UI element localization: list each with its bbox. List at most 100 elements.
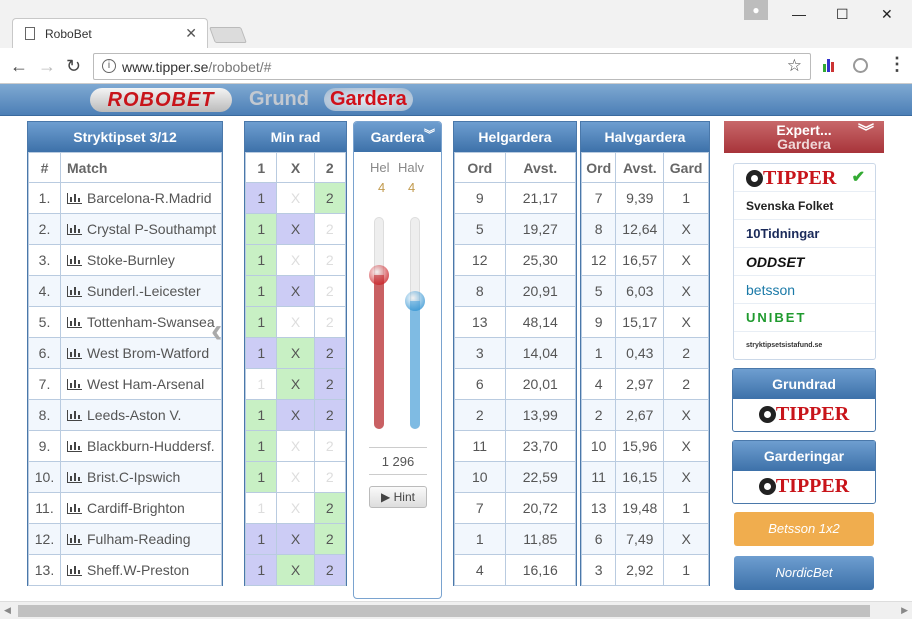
pick-x[interactable]: X	[276, 399, 315, 431]
match-name[interactable]: Sunderl.-Leicester	[60, 275, 222, 307]
menu-icon[interactable]: ⋮	[888, 54, 906, 75]
stats-icon[interactable]	[67, 193, 82, 204]
address-bar[interactable]: i www.tipper.se/robobet/# ☆	[93, 53, 811, 80]
pick-2[interactable]: 2	[313, 554, 346, 586]
source-oddset[interactable]: ODDSET	[734, 248, 875, 276]
source-betsson[interactable]: betsson	[734, 276, 875, 304]
stats-icon[interactable]	[67, 379, 82, 390]
match-name[interactable]: Crystal P-Southampt	[60, 213, 222, 245]
stats-icon[interactable]	[67, 565, 82, 576]
reload-icon[interactable]: ↻	[66, 56, 81, 77]
source-svenska-folket[interactable]: Svenska Folket	[734, 192, 875, 220]
stats-icon[interactable]	[67, 441, 82, 452]
match-name[interactable]: West Ham-Arsenal	[60, 368, 222, 400]
hel-slider[interactable]	[374, 217, 384, 429]
nav-grund[interactable]: Grund	[249, 88, 309, 111]
source-10tidningar[interactable]: 10Tidningar	[734, 220, 875, 248]
pick-2[interactable]: 2	[313, 306, 346, 338]
robobet-logo[interactable]: ROBOBET	[90, 88, 232, 112]
pick-2[interactable]: 2	[313, 523, 346, 555]
pick-x[interactable]: X	[276, 337, 315, 369]
pick-x[interactable]: X	[276, 275, 315, 307]
horizontal-scrollbar[interactable]: ◀ ▶	[0, 601, 912, 619]
pick-1[interactable]: 1	[244, 306, 278, 338]
betsson-1x2-button[interactable]: Betsson 1x2	[734, 512, 874, 546]
source-unibet[interactable]: UNIBET	[734, 304, 875, 332]
pick-x[interactable]: X	[276, 554, 315, 586]
scrollbar-thumb[interactable]	[18, 605, 870, 617]
nav-gardera[interactable]: Gardera	[324, 88, 413, 111]
stats-icon[interactable]	[67, 503, 82, 514]
chevron-left-icon[interactable]: ‹	[211, 312, 222, 351]
pick-x[interactable]: X	[276, 461, 315, 493]
match-name[interactable]: Stoke-Burnley	[60, 244, 222, 276]
stats-icon[interactable]	[67, 286, 82, 297]
pick-x[interactable]: X	[276, 492, 315, 524]
pick-2[interactable]: 2	[313, 368, 346, 400]
scroll-right-icon[interactable]: ▶	[901, 605, 908, 616]
pick-2[interactable]: 2	[313, 182, 346, 214]
stats-icon[interactable]	[67, 317, 82, 328]
stats-icon[interactable]	[67, 534, 82, 545]
match-name[interactable]: Fulham-Reading	[60, 523, 222, 555]
halv-slider[interactable]	[410, 217, 420, 429]
pick-1[interactable]: 1	[244, 399, 278, 431]
pick-2[interactable]: 2	[313, 213, 346, 245]
extension-icon[interactable]	[853, 58, 868, 73]
match-name[interactable]: Brist.C-Ipswich	[60, 461, 222, 493]
match-name[interactable]: Cardiff-Brighton	[60, 492, 222, 524]
pick-2[interactable]: 2	[313, 244, 346, 276]
pick-2[interactable]: 2	[313, 337, 346, 369]
pick-2[interactable]: 2	[313, 399, 346, 431]
chevron-down-icon[interactable]: ︾	[424, 120, 435, 150]
pick-1[interactable]: 1	[244, 368, 278, 400]
pick-1[interactable]: 1	[244, 492, 278, 524]
browser-tab[interactable]: RoboBet ✕	[12, 18, 208, 48]
pick-1[interactable]: 1	[244, 244, 278, 276]
stats-icon[interactable]	[67, 224, 82, 235]
minimize-icon[interactable]: —	[792, 6, 806, 22]
source-stryktipsetsistafund[interactable]: stryktipsetsistafund.se	[734, 332, 875, 360]
stats-icon[interactable]	[67, 255, 82, 266]
match-name[interactable]: Tottenham-Swansea	[60, 306, 222, 338]
pick-1[interactable]: 1	[244, 182, 278, 214]
pick-2[interactable]: 2	[313, 275, 346, 307]
pick-x[interactable]: X	[276, 368, 315, 400]
forward-icon[interactable]: →	[38, 56, 56, 77]
maximize-icon[interactable]: ☐	[836, 6, 849, 23]
pick-1[interactable]: 1	[244, 337, 278, 369]
pick-2[interactable]: 2	[313, 461, 346, 493]
info-icon[interactable]: i	[102, 59, 116, 73]
pick-1[interactable]: 1	[244, 430, 278, 462]
tab-close-icon[interactable]: ✕	[185, 25, 197, 42]
match-name[interactable]: Leeds-Aston V.	[60, 399, 222, 431]
back-icon[interactable]: ←	[10, 56, 28, 77]
pick-1[interactable]: 1	[244, 523, 278, 555]
scroll-left-icon[interactable]: ◀	[4, 605, 11, 616]
hel-slider-handle[interactable]	[369, 265, 389, 285]
stats-icon[interactable]	[67, 472, 82, 483]
pick-2[interactable]: 2	[313, 492, 346, 524]
close-window-icon[interactable]: ✕	[881, 6, 893, 23]
match-name[interactable]: Sheff.W-Preston	[60, 554, 222, 586]
pick-1[interactable]: 1	[244, 461, 278, 493]
pick-1[interactable]: 1	[244, 275, 278, 307]
match-name[interactable]: Barcelona-R.Madrid	[60, 182, 222, 214]
pick-1[interactable]: 1	[244, 213, 278, 245]
chart-extension-icon[interactable]	[822, 58, 836, 72]
source-tipper[interactable]: TIPPER ✔	[734, 164, 875, 192]
pick-x[interactable]: X	[276, 244, 315, 276]
new-tab-button[interactable]	[209, 27, 247, 43]
pick-x[interactable]: X	[276, 213, 315, 245]
nordicbet-button[interactable]: NordicBet	[734, 556, 874, 590]
match-name[interactable]: West Brom-Watford	[60, 337, 222, 369]
pick-x[interactable]: X	[276, 430, 315, 462]
halv-slider-handle[interactable]	[405, 291, 425, 311]
gardera-header[interactable]: Gardera ︾	[354, 122, 441, 152]
pick-x[interactable]: X	[276, 523, 315, 555]
match-name[interactable]: Blackburn-Huddersf.	[60, 430, 222, 462]
pick-x[interactable]: X	[276, 182, 315, 214]
pick-2[interactable]: 2	[313, 430, 346, 462]
hint-button[interactable]: ▶ Hint	[369, 486, 427, 508]
user-icon[interactable]: ●	[744, 0, 768, 20]
